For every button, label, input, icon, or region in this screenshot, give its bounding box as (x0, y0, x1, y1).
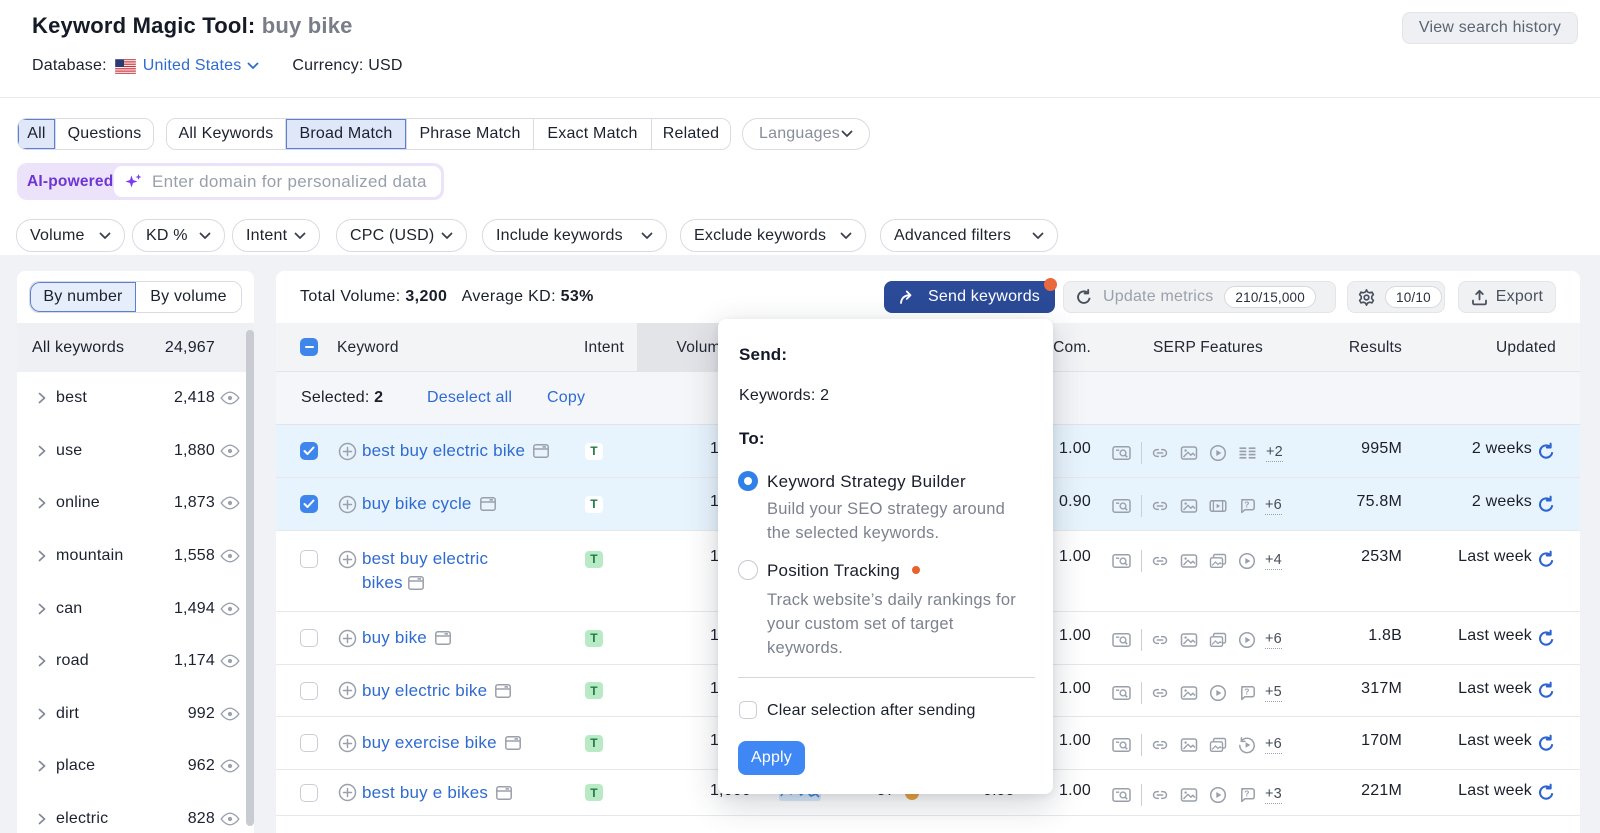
svg-text:?: ? (1244, 788, 1249, 798)
svg-text:?: ? (1244, 500, 1249, 510)
svg-text:?: ? (1244, 686, 1249, 696)
